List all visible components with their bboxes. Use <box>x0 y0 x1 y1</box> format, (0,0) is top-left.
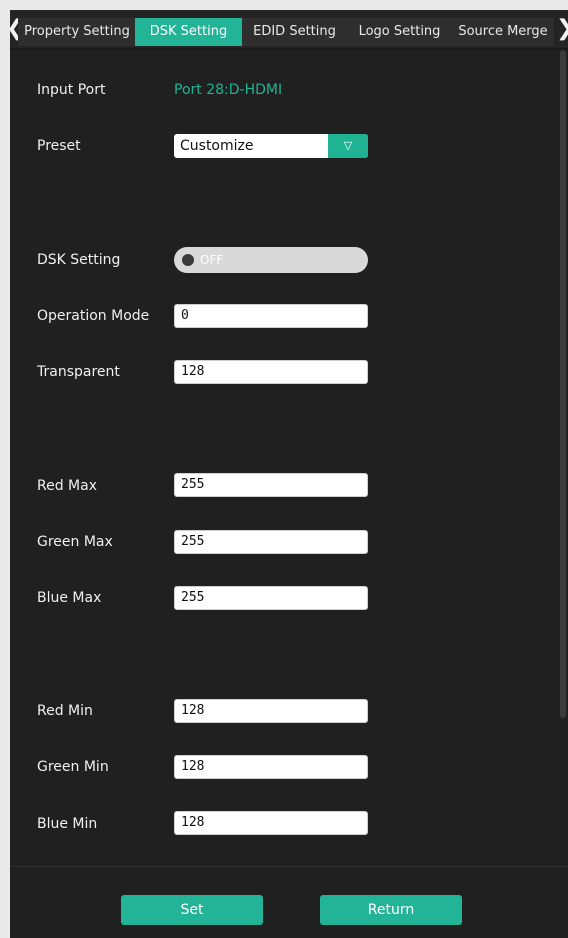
preset-select-value: Customize <box>180 138 254 154</box>
preset-select[interactable]: Customize ▽ <box>174 134 368 158</box>
tab-source-merge[interactable]: Source Merge <box>452 18 554 46</box>
red-max-label: Red Max <box>37 478 97 494</box>
dropdown-arrow-icon[interactable]: ▽ <box>328 134 368 158</box>
green-max-label: Green Max <box>37 534 113 550</box>
green-min-input[interactable]: 128 <box>174 755 368 779</box>
red-max-input[interactable]: 255 <box>174 473 368 497</box>
dsk-toggle-state: OFF <box>200 253 224 267</box>
blue-max-label: Blue Max <box>37 590 102 606</box>
input-port-label: Input Port <box>37 82 106 98</box>
chevron-right-icon[interactable]: ❯ <box>556 16 568 42</box>
toggle-knob-icon <box>182 254 194 266</box>
red-min-label: Red Min <box>37 703 93 719</box>
green-min-label: Green Min <box>37 759 109 775</box>
set-button[interactable]: Set <box>121 895 263 925</box>
tab-edid-setting[interactable]: EDID Setting <box>242 18 348 46</box>
tab-strip: Property Setting DSK Setting EDID Settin… <box>18 18 554 46</box>
green-max-input[interactable]: 255 <box>174 530 368 554</box>
dsk-setting-label: DSK Setting <box>37 252 121 268</box>
blue-min-input[interactable]: 128 <box>174 811 368 835</box>
transparent-label: Transparent <box>37 364 120 380</box>
tab-property-setting[interactable]: Property Setting <box>18 18 137 46</box>
tab-dsk-setting[interactable]: DSK Setting <box>135 18 243 46</box>
footer-divider <box>10 866 568 867</box>
settings-form: Input Port Port 28:D-HDMI Preset Customi… <box>10 50 568 862</box>
operation-mode-input[interactable]: 0 <box>174 304 368 328</box>
transparent-input[interactable]: 128 <box>174 360 368 384</box>
dsk-toggle[interactable]: OFF <box>174 247 368 273</box>
operation-mode-label: Operation Mode <box>37 308 150 324</box>
tab-bar: ❮ Property Setting DSK Setting EDID Sett… <box>6 10 568 50</box>
input-port-value: Port 28:D-HDMI <box>174 82 283 98</box>
blue-min-label: Blue Min <box>37 816 98 832</box>
tab-logo-setting[interactable]: Logo Setting <box>347 18 453 46</box>
scrollbar[interactable] <box>560 50 566 718</box>
dsk-setting-panel: ❮ Property Setting DSK Setting EDID Sett… <box>6 10 568 938</box>
blue-max-input[interactable]: 255 <box>174 586 368 610</box>
return-button[interactable]: Return <box>320 895 462 925</box>
red-min-input[interactable]: 128 <box>174 699 368 723</box>
preset-label: Preset <box>37 138 81 154</box>
